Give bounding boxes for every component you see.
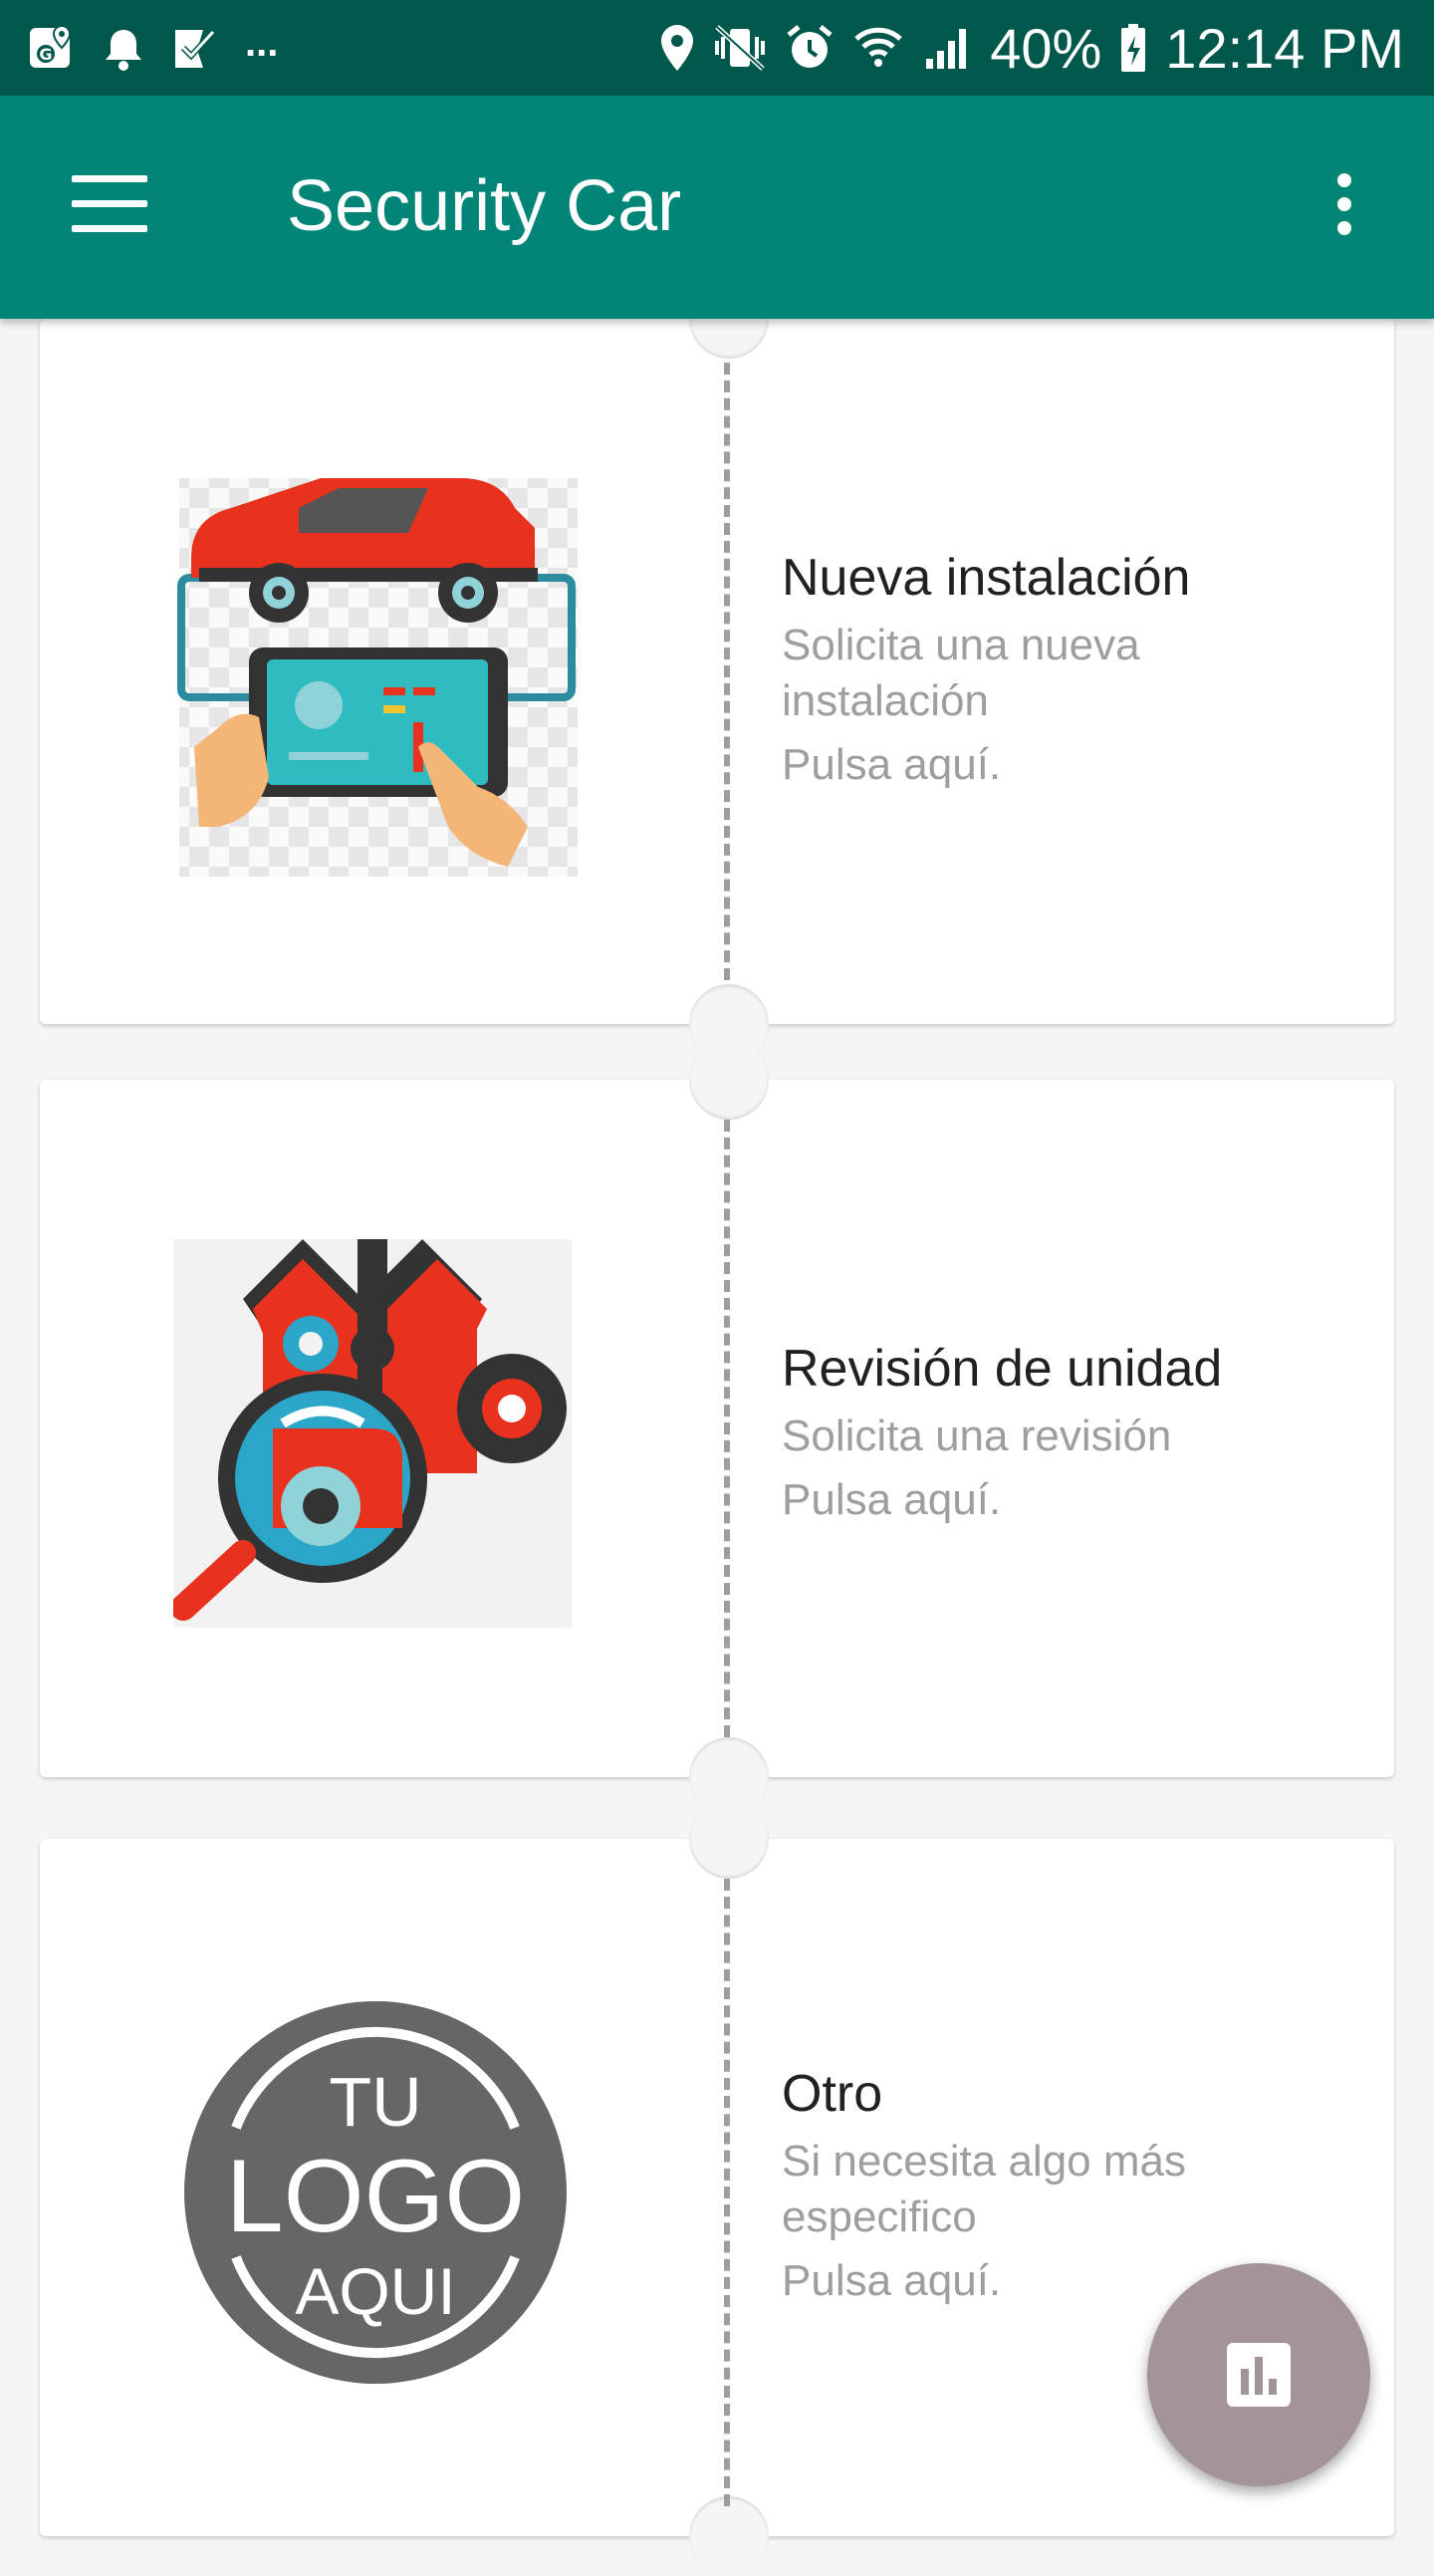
card-description: Si necesita algo más especifico	[782, 2137, 1186, 2241]
stats-fab-button[interactable]	[1147, 2263, 1370, 2486]
ticket-notch	[689, 1799, 769, 1879]
engine-inspection-illustration	[170, 1239, 572, 1628]
card-action-hint: Pulsa aquí.	[782, 1475, 1002, 1524]
ticket-divider	[724, 1879, 730, 2506]
more-notifications-indicator: ...	[245, 20, 279, 65]
card-title: Otro	[782, 2065, 883, 2123]
car-installation-illustration	[169, 468, 588, 887]
battery-percent: 40%	[990, 16, 1102, 80]
status-bar: G ... 40% 12:14 PM	[0, 0, 1434, 96]
svg-text:G: G	[39, 45, 52, 64]
location-icon	[659, 23, 695, 73]
battery-charging-icon	[1119, 22, 1147, 74]
card-description: Solicita una revisión	[782, 1412, 1172, 1460]
notification-bell-icon	[102, 24, 145, 72]
card-revision-de-unidad[interactable]: Revisión de unidad Solicita una revisión…	[40, 1040, 1394, 1817]
card-nueva-instalacion[interactable]: Nueva instalación Solicita una nueva ins…	[40, 279, 1394, 1064]
more-vert-icon[interactable]	[1324, 173, 1364, 243]
alarm-icon	[785, 23, 835, 73]
card-text: Nueva instalación Solicita una nueva ins…	[782, 548, 1339, 793]
maps-icon: G	[28, 24, 76, 72]
card-title: Nueva instalación	[782, 549, 1191, 607]
ticket-notch	[689, 1040, 769, 1120]
card-action-hint: Pulsa aquí.	[782, 740, 1002, 789]
bar-chart-icon	[1223, 2339, 1295, 2411]
ticket-divider	[724, 1120, 730, 1737]
wifi-icon	[852, 23, 904, 73]
placeholder-logo: TU LOGO AQUI	[181, 1998, 570, 2387]
task-check-icon	[171, 24, 219, 72]
app-bar: Security Car	[0, 96, 1434, 319]
card-description: Solicita una nueva instalación	[782, 621, 1140, 725]
logo-text-tu: TU	[329, 2063, 422, 2141]
logo-text-aqui: AQUI	[295, 2254, 456, 2328]
app-title: Security Car	[287, 166, 682, 246]
logo-text-logo: LOGO	[225, 2139, 526, 2254]
hamburger-menu-icon[interactable]	[72, 175, 151, 235]
card-text: Revisión de unidad Solicita una revisión…	[782, 1339, 1339, 1528]
signal-icon	[922, 23, 972, 73]
ticket-notch	[689, 2496, 769, 2576]
card-title: Revisión de unidad	[782, 1340, 1223, 1398]
ticket-divider	[724, 363, 730, 980]
clock: 12:14 PM	[1165, 16, 1404, 80]
vibrate-icon	[713, 23, 767, 73]
